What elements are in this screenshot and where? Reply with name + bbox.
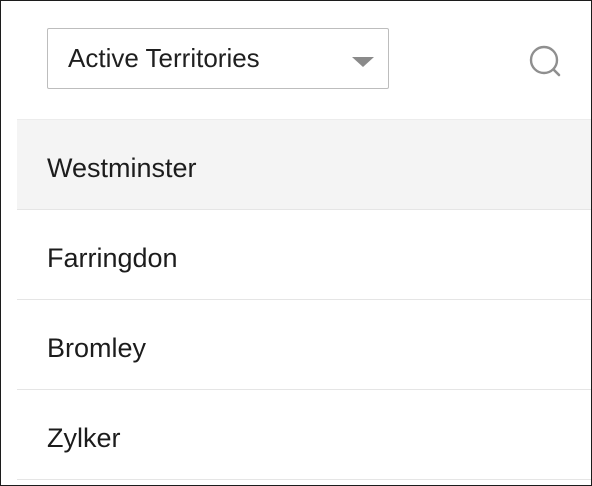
territories-panel: Active Territories Westminster Farringdo… <box>0 0 592 486</box>
list-item-label: Westminster <box>47 153 197 183</box>
territory-list: Westminster Farringdon Bromley Zylker <box>17 119 591 480</box>
search-icon <box>529 45 561 77</box>
list-item-label: Farringdon <box>47 243 178 273</box>
territory-filter-dropdown[interactable]: Active Territories <box>47 28 389 89</box>
list-item[interactable]: Farringdon <box>17 210 591 300</box>
search-button[interactable] <box>523 41 563 81</box>
toolbar: Active Territories <box>1 1 591 119</box>
list-item[interactable]: Westminster <box>17 120 591 210</box>
caret-down-icon <box>352 57 374 67</box>
list-item[interactable]: Bromley <box>17 300 591 390</box>
list-item-label: Bromley <box>47 333 147 363</box>
list-item[interactable]: Zylker <box>17 390 591 480</box>
territory-filter-value: Active Territories <box>68 43 260 73</box>
list-item-label: Zylker <box>47 423 121 453</box>
